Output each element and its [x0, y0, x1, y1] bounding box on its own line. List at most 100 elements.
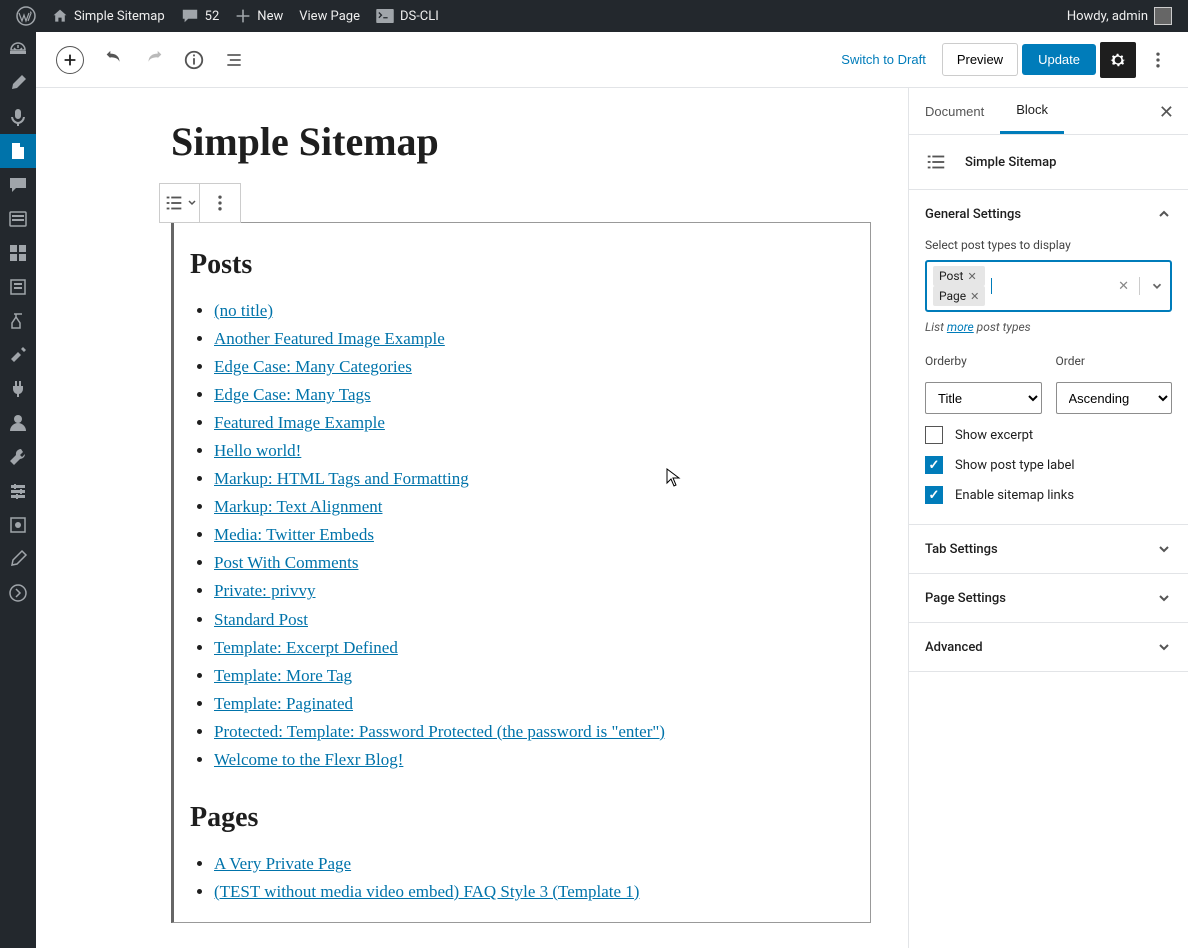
tab-document[interactable]: Document	[909, 88, 1000, 134]
menu-appearance[interactable]	[0, 338, 36, 372]
panel-header-general[interactable]: General Settings	[909, 190, 1188, 238]
sitemap-link[interactable]: (TEST without media video embed) FAQ Sty…	[214, 882, 639, 901]
list-item: (TEST without media video embed) FAQ Sty…	[214, 878, 850, 906]
menu-item-6[interactable]	[0, 542, 36, 576]
sitemap-link[interactable]: Post With Comments	[214, 553, 358, 572]
sitemap-link[interactable]: Template: Excerpt Defined	[214, 638, 398, 657]
pages-list: A Very Private Page (TEST without media v…	[190, 850, 850, 906]
list-item: Featured Image Example	[214, 409, 850, 437]
sitemap-link[interactable]: Template: More Tag	[214, 666, 352, 685]
sitemap-link[interactable]: Featured Image Example	[214, 413, 385, 432]
view-page-link[interactable]: View Page	[291, 0, 368, 32]
panel-header-advanced[interactable]: Advanced	[909, 623, 1188, 671]
sitemap-link[interactable]: (no title)	[214, 301, 273, 320]
close-sidebar-button[interactable]: ✕	[1151, 98, 1182, 127]
new-link[interactable]: New	[227, 0, 291, 32]
menu-comments[interactable]	[0, 168, 36, 202]
sitemap-link[interactable]: Template: Paginated	[214, 694, 353, 713]
list-item: Template: Paginated	[214, 690, 850, 718]
orderby-select[interactable]: Title	[925, 382, 1042, 414]
sitemap-link[interactable]: Another Featured Image Example	[214, 329, 445, 348]
outline-button[interactable]	[216, 42, 252, 78]
sitemap-link[interactable]: Markup: Text Alignment	[214, 497, 382, 516]
sitemap-link[interactable]: Standard Post	[214, 610, 308, 629]
list-item: Edge Case: Many Tags	[214, 381, 850, 409]
remove-tag-icon[interactable]: ✕	[967, 270, 976, 283]
tab-block[interactable]: Block	[1000, 88, 1064, 134]
user-avatar	[1154, 7, 1172, 25]
menu-item-4[interactable]	[0, 304, 36, 338]
sitemap-link[interactable]: Welcome to the Flexr Blog!	[214, 750, 403, 769]
order-label: Order	[1056, 354, 1173, 368]
more-options-button[interactable]	[1140, 42, 1176, 78]
wordpress-logo[interactable]	[8, 0, 44, 32]
menu-settings[interactable]	[0, 474, 36, 508]
settings-toggle-button[interactable]	[1100, 42, 1136, 78]
list-item: Markup: Text Alignment	[214, 493, 850, 521]
panel-header-tab-settings[interactable]: Tab Settings	[909, 525, 1188, 573]
menu-item-3[interactable]	[0, 270, 36, 304]
chevron-down-icon[interactable]	[1150, 279, 1164, 293]
comments-link[interactable]: 52	[173, 0, 228, 32]
menu-posts[interactable]	[0, 66, 36, 100]
posts-heading: Posts	[190, 249, 850, 281]
panel-page-settings: Page Settings	[909, 574, 1188, 623]
undo-button[interactable]	[96, 42, 132, 78]
update-button[interactable]: Update	[1022, 44, 1096, 75]
remove-tag-icon[interactable]: ✕	[970, 290, 979, 303]
page-title[interactable]: Simple Sitemap	[171, 118, 871, 165]
sitemap-link[interactable]: A Very Private Page	[214, 854, 351, 873]
sidebar-tabs: Document Block ✕	[909, 88, 1188, 135]
sitemap-block[interactable]: Posts (no title) Another Featured Image E…	[171, 222, 871, 923]
sitemap-link[interactable]: Edge Case: Many Tags	[214, 385, 371, 404]
show-excerpt-checkbox[interactable]: Show excerpt	[925, 426, 1172, 444]
list-item: (no title)	[214, 297, 850, 325]
orderby-label: Orderby	[925, 354, 1042, 368]
list-item: Markup: HTML Tags and Formatting	[214, 465, 850, 493]
menu-dashboard[interactable]	[0, 32, 36, 66]
menu-item-5[interactable]	[0, 508, 36, 542]
chevron-down-icon	[1156, 541, 1172, 557]
order-select[interactable]: Ascending	[1056, 382, 1173, 414]
panel-tab-settings: Tab Settings	[909, 525, 1188, 574]
ds-cli-link[interactable]: DS-CLI	[368, 0, 447, 32]
list-item: Hello world!	[214, 437, 850, 465]
preview-button[interactable]: Preview	[942, 43, 1018, 76]
sitemap-link[interactable]: Hello world!	[214, 441, 301, 460]
menu-item-1[interactable]	[0, 202, 36, 236]
editor-content-area[interactable]: Simple Sitemap Posts (no title) Another F…	[36, 88, 908, 948]
panel-header-page-settings[interactable]: Page Settings	[909, 574, 1188, 622]
sitemap-link[interactable]: Edge Case: Many Categories	[214, 357, 412, 376]
enable-links-checkbox[interactable]: Enable sitemap links	[925, 486, 1172, 504]
menu-pages[interactable]	[0, 134, 36, 168]
site-name-text: Simple Sitemap	[74, 9, 165, 24]
block-more-button[interactable]	[200, 184, 240, 222]
redo-button[interactable]	[136, 42, 172, 78]
switch-to-draft-button[interactable]: Switch to Draft	[829, 44, 938, 75]
site-name[interactable]: Simple Sitemap	[44, 0, 173, 32]
howdy-user[interactable]: Howdy, admin	[1059, 0, 1180, 32]
list-item: Template: More Tag	[214, 662, 850, 690]
post-types-label: Select post types to display	[925, 238, 1172, 252]
post-types-multiselect[interactable]: Post ✕ Page ✕ ✕	[925, 260, 1172, 312]
menu-plugins[interactable]	[0, 372, 36, 406]
sitemap-link[interactable]: Private: privvy	[214, 581, 316, 600]
menu-media[interactable]	[0, 100, 36, 134]
menu-users[interactable]	[0, 406, 36, 440]
menu-tools[interactable]	[0, 440, 36, 474]
multiselect-tag: Post ✕	[933, 266, 985, 286]
sitemap-link[interactable]: Markup: HTML Tags and Formatting	[214, 469, 469, 488]
add-block-button[interactable]	[56, 46, 84, 74]
sitemap-link[interactable]: Media: Twitter Embeds	[214, 525, 374, 544]
editor-header: Switch to Draft Preview Update	[36, 32, 1188, 88]
info-button[interactable]	[176, 42, 212, 78]
clear-icon[interactable]: ✕	[1118, 279, 1129, 294]
show-label-checkbox[interactable]: Show post type label	[925, 456, 1172, 474]
more-link[interactable]: more	[947, 320, 974, 334]
pages-heading: Pages	[190, 802, 850, 834]
block-type-button[interactable]	[160, 184, 200, 222]
sitemap-link[interactable]: Protected: Template: Password Protected …	[214, 722, 665, 741]
menu-item-2[interactable]	[0, 236, 36, 270]
menu-collapse[interactable]	[0, 576, 36, 610]
panel-advanced: Advanced	[909, 623, 1188, 672]
